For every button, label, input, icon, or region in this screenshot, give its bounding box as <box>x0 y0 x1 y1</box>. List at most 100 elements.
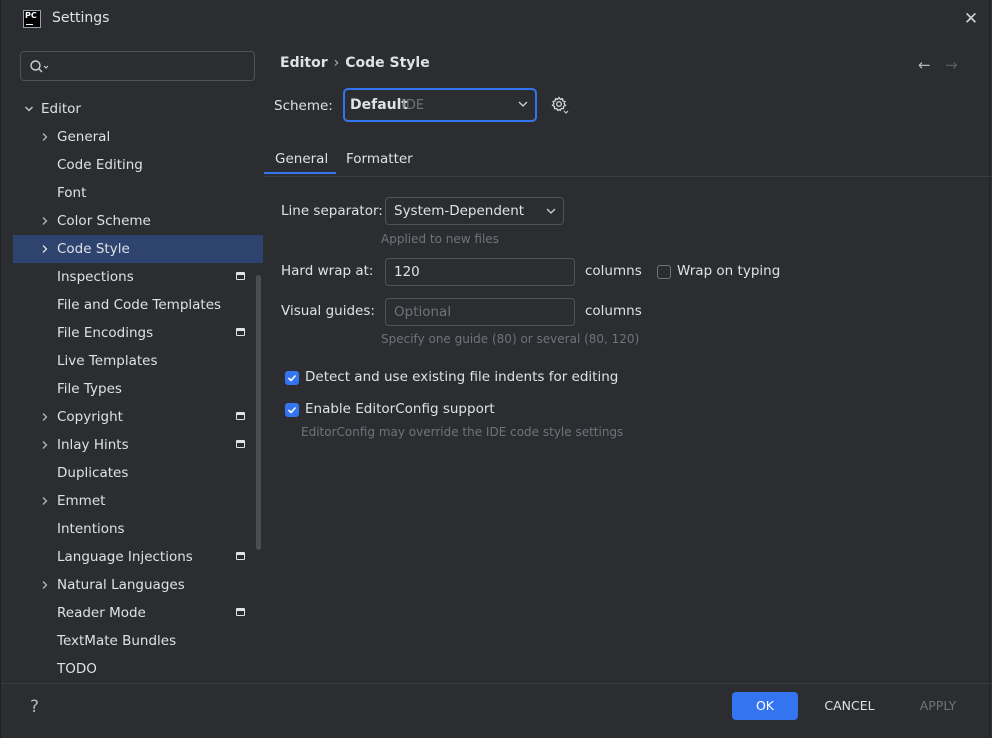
chevron-down-icon <box>518 101 528 107</box>
tree-scrollbar[interactable] <box>256 275 261 550</box>
search-icon <box>30 60 49 73</box>
sidebar-item-file-encodings[interactable]: File Encodings <box>13 319 263 347</box>
sidebar-item-label: Reader Mode <box>57 605 146 621</box>
checkmark-icon <box>287 406 297 414</box>
sidebar-item-todo[interactable]: TODO <box>13 655 263 683</box>
breadcrumb: Editor › Code Style <box>280 55 430 71</box>
code-style-panel: Editor › Code Style ← → Scheme: Default ID… <box>263 38 991 683</box>
sidebar-item-label: Font <box>57 185 87 201</box>
settings-tree: Editor General Code Editing Font Color Schem… <box>1 95 263 683</box>
chevron-right-icon[interactable] <box>39 207 51 235</box>
forward-arrow-icon[interactable]: → <box>945 56 958 74</box>
sidebar-item-label: Duplicates <box>57 465 129 481</box>
breadcrumb-separator: › <box>333 55 340 71</box>
sidebar-item-reader-mode[interactable]: Reader Mode <box>13 599 263 627</box>
chevron-down-icon <box>546 208 556 214</box>
settings-dialog: PC Settings ✕ Editor General Code Editing F… <box>0 0 991 738</box>
sidebar-item-label: Language Injections <box>57 549 193 565</box>
sidebar-item-label: Live Templates <box>57 353 158 369</box>
editorconfig-label[interactable]: Enable EditorConfig support <box>305 401 495 417</box>
sidebar-item-inlay-hints[interactable]: Inlay Hints <box>13 431 263 459</box>
sidebar-item-duplicates[interactable]: Duplicates <box>13 459 263 487</box>
chevron-right-icon[interactable] <box>39 235 51 263</box>
sidebar-item-label: File and Code Templates <box>57 297 222 313</box>
tab-bar: General Formatter <box>263 143 991 177</box>
detect-indents-checkbox[interactable] <box>285 371 299 385</box>
sidebar-item-live-templates[interactable]: Live Templates <box>13 347 263 375</box>
sidebar-item-label: File Types <box>57 381 122 397</box>
active-tab-indicator <box>264 172 336 174</box>
settings-search-input[interactable] <box>20 51 255 81</box>
sidebar-item-label: Code Editing <box>57 157 143 173</box>
breadcrumb-editor[interactable]: Editor <box>280 55 328 71</box>
chevron-right-icon[interactable] <box>39 123 51 151</box>
visual-guides-unit: columns <box>585 303 642 319</box>
detect-indents-label[interactable]: Detect and use existing file indents for… <box>305 369 618 385</box>
scheme-dropdown[interactable]: Default IDE <box>343 88 537 122</box>
line-separator-dropdown[interactable]: System-Dependent <box>385 197 564 225</box>
close-icon[interactable]: ✕ <box>961 9 981 29</box>
ok-button[interactable]: OK <box>732 692 798 720</box>
editorconfig-checkbox[interactable] <box>285 403 299 417</box>
sidebar-item-code-editing[interactable]: Code Editing <box>13 151 263 179</box>
gear-icon[interactable] <box>551 96 569 114</box>
sidebar-item-intentions[interactable]: Intentions <box>13 515 263 543</box>
wrap-on-typing-checkbox[interactable] <box>657 265 671 279</box>
breadcrumb-code-style: Code Style <box>345 55 430 71</box>
tab-formatter[interactable]: Formatter <box>346 151 413 167</box>
project-level-icon <box>236 412 245 420</box>
sidebar-item-emmet[interactable]: Emmet <box>13 487 263 515</box>
sidebar-item-font[interactable]: Font <box>13 179 263 207</box>
checkmark-icon <box>287 374 297 382</box>
sidebar-item-label: Code Style <box>57 241 130 257</box>
apply-button[interactable]: APPLY <box>905 692 971 720</box>
cancel-button[interactable]: CANCEL <box>812 692 887 720</box>
dialog-footer: ? OK CANCEL APPLY <box>1 683 991 738</box>
scheme-label: Scheme: <box>274 98 333 114</box>
chevron-down-icon[interactable] <box>23 95 35 123</box>
sidebar-item-textmate-bundles[interactable]: TextMate Bundles <box>13 627 263 655</box>
sidebar-item-editor[interactable]: Editor <box>13 95 263 123</box>
tab-general[interactable]: General <box>275 151 328 167</box>
sidebar-item-code-style[interactable]: Code Style <box>13 235 263 263</box>
sidebar-item-color-scheme[interactable]: Color Scheme <box>13 207 263 235</box>
sidebar-item-general[interactable]: General <box>13 123 263 151</box>
project-level-icon <box>236 440 245 448</box>
wrap-on-typing-label[interactable]: Wrap on typing <box>677 263 780 279</box>
hard-wrap-unit: columns <box>585 263 642 279</box>
line-separator-value: System-Dependent <box>394 203 525 219</box>
line-separator-label: Line separator: <box>281 203 383 219</box>
sidebar-item-natural-languages[interactable]: Natural Languages <box>13 571 263 599</box>
scheme-sub-label: IDE <box>402 98 425 113</box>
sidebar-item-label: TODO <box>57 661 97 677</box>
title-bar: PC Settings ✕ <box>1 0 989 38</box>
chevron-right-icon[interactable] <box>39 571 51 599</box>
dialog-title: Settings <box>52 10 110 26</box>
hard-wrap-label: Hard wrap at: <box>281 263 374 279</box>
line-separator-hint: Applied to new files <box>381 232 499 246</box>
project-level-icon <box>236 272 245 280</box>
project-level-icon <box>236 552 245 560</box>
sidebar-item-label: Emmet <box>57 493 106 509</box>
sidebar-item-label: Copyright <box>57 409 123 425</box>
help-icon[interactable]: ? <box>30 697 39 717</box>
scheme-value: Default <box>350 97 409 113</box>
sidebar-item-label: Editor <box>41 101 81 117</box>
sidebar-item-copyright[interactable]: Copyright <box>13 403 263 431</box>
chevron-right-icon[interactable] <box>39 431 51 459</box>
sidebar-item-label: General <box>57 129 111 145</box>
sidebar-item-label: File Encodings <box>57 325 154 341</box>
project-level-icon <box>236 608 245 616</box>
back-arrow-icon[interactable]: ← <box>918 56 931 74</box>
hard-wrap-input[interactable] <box>385 258 575 286</box>
sidebar-item-label: Natural Languages <box>57 577 185 593</box>
editorconfig-hint: EditorConfig may override the IDE code s… <box>301 425 624 439</box>
chevron-right-icon[interactable] <box>39 403 51 431</box>
chevron-right-icon[interactable] <box>39 487 51 515</box>
sidebar-item-inspections[interactable]: Inspections <box>13 263 263 291</box>
sidebar-item-language-injections[interactable]: Language Injections <box>13 543 263 571</box>
visual-guides-input[interactable] <box>385 298 575 326</box>
sidebar-item-file-and-code-templates[interactable]: File and Code Templates <box>13 291 263 319</box>
sidebar-item-file-types[interactable]: File Types <box>13 375 263 403</box>
project-level-icon <box>236 328 245 336</box>
